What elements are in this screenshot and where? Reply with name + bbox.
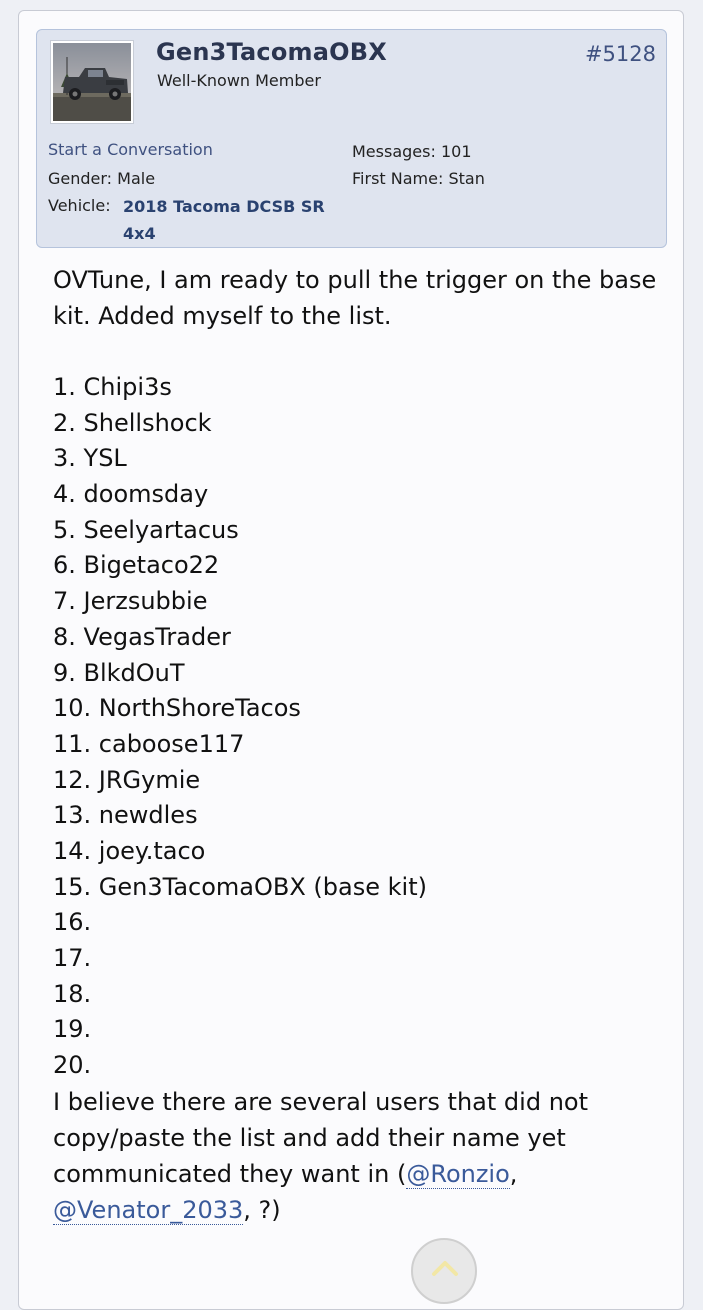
gender-row: Gender: Male bbox=[48, 169, 155, 188]
first-name-row: First Name: Stan bbox=[352, 169, 485, 188]
messages-label: Messages: bbox=[352, 142, 436, 161]
list-item: 15. Gen3TacomaOBX (base kit) bbox=[53, 872, 427, 901]
gender-value: Male bbox=[117, 169, 156, 188]
mention-venator[interactable]: @Venator_2033 bbox=[53, 1195, 244, 1225]
user-title: Well-Known Member bbox=[157, 71, 321, 90]
list-item: 19. bbox=[53, 1015, 92, 1044]
start-conversation-link[interactable]: Start a Conversation bbox=[48, 140, 213, 159]
list-item: 13. newdles bbox=[53, 801, 198, 830]
list-item: 18. bbox=[53, 979, 92, 1008]
list-item: 16. bbox=[53, 908, 92, 937]
truck-photo bbox=[53, 43, 131, 121]
list-item: 11. caboose117 bbox=[53, 729, 245, 758]
mention-ronzio[interactable]: @Ronzio bbox=[406, 1159, 510, 1189]
list-item: 14. joey.taco bbox=[53, 836, 206, 865]
list-item: 9. BlkdOuT bbox=[53, 658, 185, 687]
post-closing: I believe there are several users that d… bbox=[53, 1084, 663, 1228]
list-item: 3. YSL bbox=[53, 444, 127, 473]
chevron-up-icon bbox=[432, 1261, 458, 1276]
closing-end: , ?) bbox=[243, 1195, 281, 1224]
post-number-link[interactable]: #5128 bbox=[585, 42, 656, 66]
list-item: 4. doomsday bbox=[53, 480, 209, 509]
list-item: 7. Jerzsubbie bbox=[53, 587, 208, 616]
list-item: 17. bbox=[53, 944, 92, 972]
avatar[interactable] bbox=[50, 40, 134, 124]
member-list: 1. Chipi3s 2. Shellshock 3. YSL 4. doomsday… bbox=[53, 370, 663, 1084]
list-item: 8. VegasTrader bbox=[53, 622, 231, 651]
list-item: 10. NorthShoreTacos bbox=[53, 694, 301, 723]
gender-label: Gender: bbox=[48, 169, 113, 188]
messages-row: Messages: 101 bbox=[352, 142, 472, 161]
vehicle-value-link[interactable]: 2018 Tacoma DCSB SR 4x4 bbox=[123, 193, 343, 247]
username-link[interactable]: Gen3TacomaOBX bbox=[156, 38, 387, 66]
post-body: OVTune, I am ready to pull the trigger o… bbox=[53, 262, 663, 1228]
scroll-to-top-button[interactable] bbox=[411, 1238, 477, 1304]
list-item: 12. JRGymie bbox=[53, 765, 201, 794]
list-item: 6. Bigetaco22 bbox=[53, 551, 220, 580]
list-item: 5. Seelyartacus bbox=[53, 515, 239, 544]
first-name-value: Stan bbox=[448, 169, 485, 188]
vehicle-label: Vehicle: bbox=[48, 196, 111, 215]
list-item: 1. Chipi3s bbox=[53, 373, 172, 401]
list-item: 2. Shellshock bbox=[53, 408, 212, 437]
user-info-panel: Gen3TacomaOBX Well-Known Member #5128 St… bbox=[36, 29, 667, 248]
post-intro: OVTune, I am ready to pull the trigger o… bbox=[53, 266, 657, 330]
messages-value: 101 bbox=[440, 142, 472, 161]
mention-separator: , bbox=[509, 1159, 518, 1188]
list-item: 20. bbox=[53, 1051, 92, 1080]
first-name-label: First Name: bbox=[352, 169, 444, 188]
